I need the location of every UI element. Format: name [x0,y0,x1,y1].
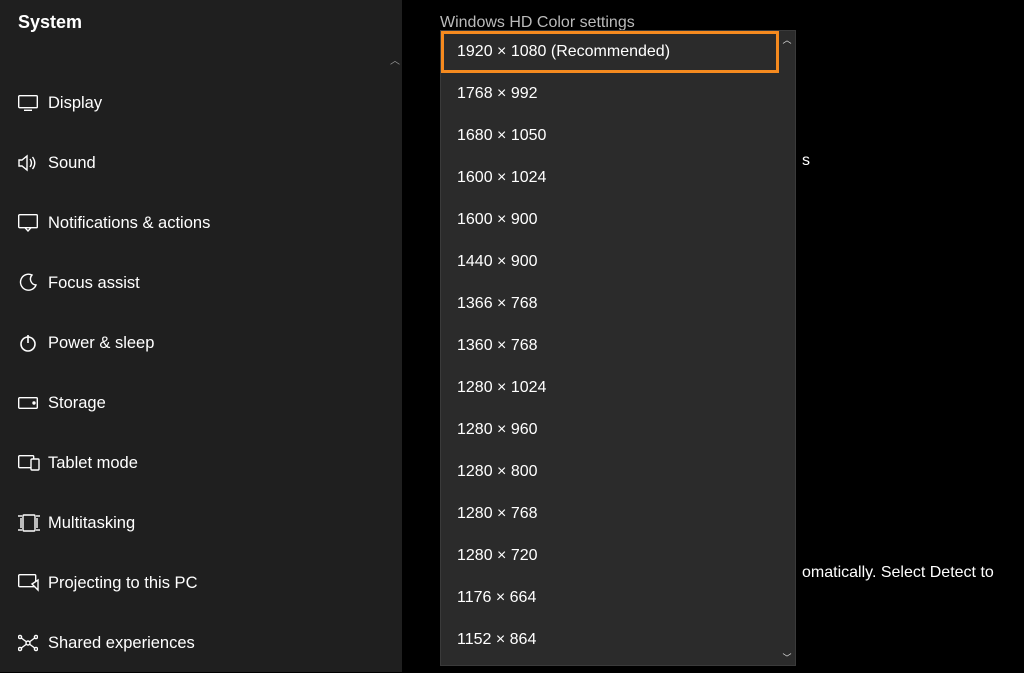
sidebar-item-label: Projecting to this PC [48,574,197,593]
main-content: Windows HD Color settings s omatically. … [402,0,1024,672]
sidebar-nav-list: Display Sound Notifications & actions [0,73,402,673]
display-icon [18,95,48,111]
sidebar-item-label: Focus assist [48,274,140,293]
projecting-icon [18,574,48,592]
sidebar-item-tablet-mode[interactable]: Tablet mode [0,433,402,493]
tablet-mode-icon [18,455,48,471]
sidebar-item-label: Power & sleep [48,334,154,353]
sidebar-item-label: Shared experiences [48,634,195,653]
notifications-icon [18,214,48,232]
multitasking-icon [18,514,48,532]
resolution-option[interactable]: 1600 × 900 [441,199,779,241]
sidebar-title: System [0,0,402,33]
chevron-down-icon[interactable]: ﹀ [779,649,795,665]
sidebar-item-focus-assist[interactable]: Focus assist [0,253,402,313]
sidebar-item-label: Display [48,94,102,113]
resolution-option[interactable]: 1440 × 900 [441,241,779,283]
resolution-option[interactable]: 1176 × 664 [441,577,779,619]
storage-icon [18,397,48,409]
dropdown-scrollbar[interactable]: ︿ ﹀ [779,31,795,665]
sidebar-item-shared-experiences[interactable]: Shared experiences [0,613,402,673]
sidebar-item-multitasking[interactable]: Multitasking [0,493,402,553]
sidebar-item-label: Storage [48,394,106,413]
sidebar-item-storage[interactable]: Storage [0,373,402,433]
resolution-option[interactable]: 1366 × 768 [441,283,779,325]
power-sleep-icon [18,333,48,353]
sidebar-item-label: Notifications & actions [48,214,210,233]
resolution-option[interactable]: 1280 × 1024 [441,367,779,409]
resolution-option[interactable]: 1280 × 800 [441,451,779,493]
resolution-option[interactable]: 1280 × 768 [441,493,779,535]
resolution-option[interactable]: 1768 × 992 [441,73,779,115]
chevron-up-icon[interactable]: ︿ [388,52,402,66]
settings-sidebar: System Display Sound [0,0,402,672]
shared-experiences-icon [18,633,48,653]
sidebar-item-label: Sound [48,154,96,173]
resolution-option[interactable]: 1680 × 1050 [441,115,779,157]
sidebar-item-display[interactable]: Display [0,73,402,133]
resolution-option[interactable]: 1280 × 720 [441,535,779,577]
resolution-dropdown-list[interactable]: 1920 × 1080 (Recommended)1768 × 9921680 … [440,30,796,666]
resolution-option[interactable]: 1920 × 1080 (Recommended) [441,31,779,73]
sidebar-item-notifications[interactable]: Notifications & actions [0,193,402,253]
sidebar-item-projecting[interactable]: Projecting to this PC [0,553,402,613]
resolution-option[interactable]: 1152 × 864 [441,619,779,661]
sidebar-item-label: Tablet mode [48,454,138,473]
bg-text-fragment: s [802,152,810,170]
focus-assist-icon [18,273,48,293]
sidebar-item-sound[interactable]: Sound [0,133,402,193]
resolution-option[interactable]: 1600 × 1024 [441,157,779,199]
sidebar-scrollbar[interactable]: ︿ [388,52,402,512]
resolution-option[interactable]: 1280 × 960 [441,409,779,451]
sound-icon [18,154,48,172]
sidebar-item-power-sleep[interactable]: Power & sleep [0,313,402,373]
sidebar-item-label: Multitasking [48,514,135,533]
bg-text-fragment: omatically. Select Detect to [802,564,994,582]
resolution-option[interactable]: 1360 × 768 [441,325,779,367]
chevron-up-icon[interactable]: ︿ [779,31,795,47]
